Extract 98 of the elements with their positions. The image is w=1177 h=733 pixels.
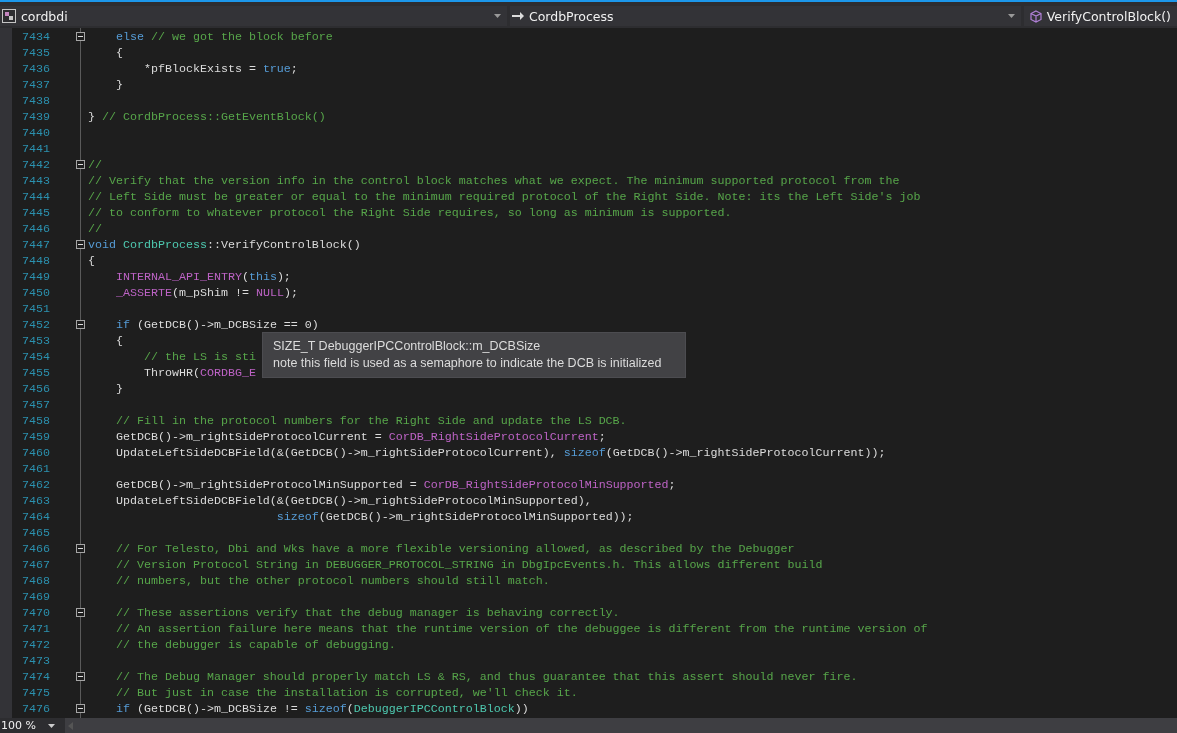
code-line: { xyxy=(88,253,95,268)
line-number: 7440 xyxy=(21,125,50,140)
line-number: 7446 xyxy=(21,221,50,236)
line-number: 7467 xyxy=(21,557,50,572)
line-number: 7435 xyxy=(21,45,50,60)
line-number: 7442 xyxy=(21,157,50,172)
line-number: 7445 xyxy=(21,205,50,220)
code-line: // Fill in the protocol numbers for the Right Side and update the LS DCB. xyxy=(114,413,627,428)
line-number: 7438 xyxy=(21,93,50,108)
line-number: 7462 xyxy=(21,477,50,492)
line-number: 7460 xyxy=(21,445,50,460)
line-number: 7464 xyxy=(21,509,50,524)
collapse-icon[interactable] xyxy=(76,544,85,554)
line-number: 7461 xyxy=(21,461,50,476)
project-dropdown[interactable]: cordbdi xyxy=(0,6,507,26)
code-line: ThrowHR(CORDBG_E xyxy=(142,365,256,380)
line-number: 7434 xyxy=(21,29,50,44)
line-number: 7473 xyxy=(21,653,50,668)
line-number: 7470 xyxy=(21,605,50,620)
line-number: 7443 xyxy=(21,173,50,188)
line-number: 7475 xyxy=(21,685,50,700)
line-number: 7437 xyxy=(21,77,50,92)
scope-dropdown[interactable]: CordbProcess xyxy=(509,6,1021,26)
project-icon xyxy=(2,9,16,23)
line-number: 7444 xyxy=(21,189,50,204)
line-number: 7457 xyxy=(21,397,50,412)
code-line: // These assertions verify that the debug manager is behaving correctly. xyxy=(114,605,620,620)
line-number: 7448 xyxy=(21,253,50,268)
code-line: *pfBlockExists = true; xyxy=(142,61,298,76)
line-number: 7458 xyxy=(21,413,50,428)
code-line: sizeof(GetDCB()->m_rightSideProtocolMinSupported)); xyxy=(275,509,634,524)
line-number: 7468 xyxy=(21,573,50,588)
line-number: 7450 xyxy=(21,285,50,300)
line-number: 7452 xyxy=(21,317,50,332)
line-number: 7463 xyxy=(21,493,50,508)
code-line: // An assertion failure here means that the runtime version of the debuggee is different from the runtime version of xyxy=(114,621,928,636)
line-number: 7471 xyxy=(21,621,50,636)
line-number: 7466 xyxy=(21,541,50,556)
line-number: 7441 xyxy=(21,141,50,156)
code-line: // xyxy=(88,221,102,236)
caret-icon xyxy=(493,14,501,18)
line-number: 7453 xyxy=(21,333,50,348)
collapse-icon[interactable] xyxy=(76,32,85,42)
code-line: else // we got the block before xyxy=(114,29,333,44)
code-line: GetDCB()->m_rightSideProtocolMinSupported = CorDB_RightSideProtocolMinSupported; xyxy=(114,477,676,492)
caret-icon xyxy=(47,723,55,728)
code-line: // the debugger is capable of debugging. xyxy=(114,637,396,652)
line-number: 7472 xyxy=(21,637,50,652)
line-number: 7469 xyxy=(21,589,50,604)
collapse-icon[interactable] xyxy=(76,608,85,618)
code-line: // But just in case the installation is corrupted, we'll check it. xyxy=(114,685,578,700)
collapse-icon[interactable] xyxy=(76,160,85,170)
zoom-dropdown[interactable]: 100 % xyxy=(0,719,57,732)
line-number: 7454 xyxy=(21,349,50,364)
code-line: // Version Protocol String in DEBUGGER_PROTOCOL_STRING in DbgIpcEvents.h. This allows different build xyxy=(114,557,823,572)
caret-icon xyxy=(1007,14,1015,18)
line-number: 7451 xyxy=(21,301,50,316)
code-line: { xyxy=(114,45,123,60)
line-number: 7447 xyxy=(21,237,50,252)
code-line: // the LS is sti xyxy=(142,349,256,364)
line-number: 7455 xyxy=(21,365,50,380)
code-line: } xyxy=(114,77,123,92)
line-number: 7474 xyxy=(21,669,50,684)
collapse-icon[interactable] xyxy=(76,704,85,714)
tooltip-signature: SIZE_T DebuggerIPCControlBlock::m_DCBSize xyxy=(273,337,542,355)
code-line: void CordbProcess::VerifyControlBlock() xyxy=(88,237,361,252)
code-line: // Left Side must be greater or equal to the minimum required protocol of the Right Side. Note: its the Left Side's job xyxy=(88,189,921,204)
line-number: 7439 xyxy=(21,109,50,124)
member-dropdown[interactable]: VerifyControlBlock() xyxy=(1023,6,1177,26)
code-line: } xyxy=(114,381,123,396)
code-line: _ASSERTE(m_pShim != NULL); xyxy=(114,285,298,300)
code-line: { xyxy=(114,333,123,348)
line-number: 7465 xyxy=(21,525,50,540)
line-number: 7449 xyxy=(21,269,50,284)
line-number: 7456 xyxy=(21,381,50,396)
collapse-icon[interactable] xyxy=(76,320,85,330)
code-line: INTERNAL_API_ENTRY(this); xyxy=(114,269,291,284)
tooltip-description: note this field is used as a semaphore to indicate the DCB is initialized xyxy=(273,354,663,372)
cube-icon xyxy=(1029,9,1042,23)
code-line: // xyxy=(88,157,102,172)
collapse-icon[interactable] xyxy=(76,672,85,682)
code-line: // For Telesto, Dbi and Wks have a more flexible versioning allowed, as described by the Debugger xyxy=(114,541,795,556)
code-line: if (GetDCB()->m_DCBSize != sizeof(DebuggerIPCControlBlock)) xyxy=(114,701,529,716)
code-line: UpdateLeftSideDCBField(&(GetDCB()->m_rightSideProtocolMinSupported), xyxy=(114,493,592,508)
code-line: GetDCB()->m_rightSideProtocolCurrent = CorDB_RightSideProtocolCurrent; xyxy=(114,429,606,444)
line-number: 7436 xyxy=(21,61,50,76)
horizontal-scrollbar[interactable] xyxy=(65,718,1177,733)
code-line: UpdateLeftSideDCBField(&(GetDCB()->m_rightSideProtocolCurrent), sizeof(GetDCB()->m_rightSideProtocolCurrent)); xyxy=(114,445,886,460)
code-line: if (GetDCB()->m_DCBSize == 0) xyxy=(114,317,319,332)
code-line: // numbers, but the other protocol numbers should still match. xyxy=(114,573,550,588)
code-line: // to conform to whatever protocol the Right Side requires, so long as minimum is supported. xyxy=(88,205,732,220)
collapse-icon[interactable] xyxy=(76,240,85,250)
line-number: 7476 xyxy=(21,701,50,716)
code-line: // Verify that the version info in the control block matches what we expect. The minimum supported protocol from the xyxy=(88,173,900,188)
line-number: 7459 xyxy=(21,429,50,444)
code-line: } // CordbProcess::GetEventBlock() xyxy=(88,109,326,124)
arrow-icon xyxy=(511,11,524,21)
code-line: // The Debug Manager should properly match LS & RS, and thus guarantee that this assert should never fire. xyxy=(114,669,858,684)
